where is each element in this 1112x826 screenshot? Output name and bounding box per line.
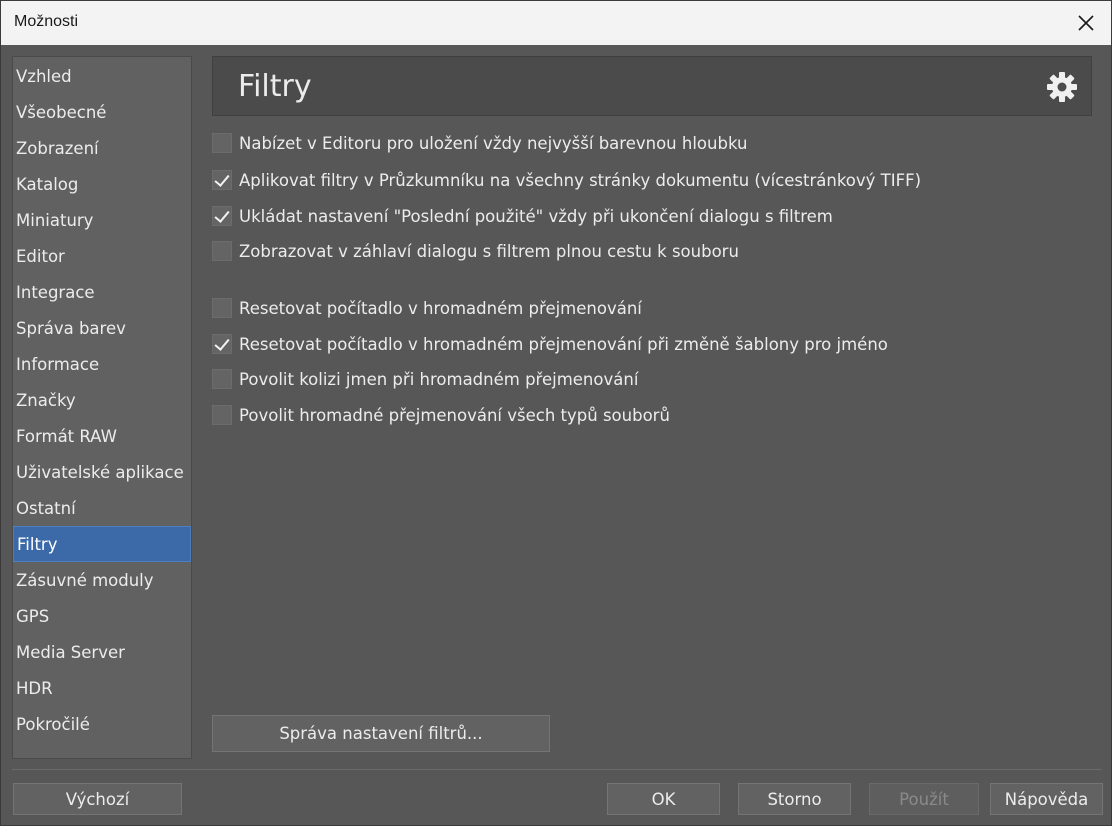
window-title: Možnosti xyxy=(14,13,79,30)
option-label: Zobrazovat v záhlaví dialogu s filtrem p… xyxy=(239,241,739,261)
cancel-button[interactable]: Storno xyxy=(738,783,851,815)
sidebar-item-ostatni[interactable]: Ostatní xyxy=(13,491,191,527)
apply-button[interactable]: Použít xyxy=(869,783,979,815)
checkbox[interactable] xyxy=(212,133,232,153)
sidebar-item-zasuvne-moduly[interactable]: Zásuvné moduly xyxy=(13,563,191,599)
gear-icon[interactable] xyxy=(1045,70,1079,104)
options-dialog: Možnosti Vzhled Všeobecné Zobrazení Kata… xyxy=(0,0,1112,826)
close-icon xyxy=(1078,15,1094,31)
option-label: Povolit hromadné přejmenování všech typů… xyxy=(239,405,670,425)
sidebar-item-hdr[interactable]: HDR xyxy=(13,671,191,707)
sidebar-item-label: Media Server xyxy=(16,643,125,662)
sidebar-item-media-server[interactable]: Media Server xyxy=(13,635,191,671)
sidebar-item-format-raw[interactable]: Formát RAW xyxy=(13,419,191,455)
sidebar-item-label: Integrace xyxy=(16,283,95,302)
sidebar-item-label: Pokročilé xyxy=(16,715,90,734)
sidebar-item-miniatury[interactable]: Miniatury xyxy=(13,203,191,239)
checkbox[interactable] xyxy=(212,405,232,425)
sidebar-item-label: Katalog xyxy=(16,175,79,194)
sidebar-item-gps[interactable]: GPS xyxy=(13,599,191,635)
option-label: Resetovat počítadlo v hromadném přejmeno… xyxy=(239,334,888,354)
checkbox-checked[interactable] xyxy=(212,170,232,190)
sidebar-item-label: Editor xyxy=(16,247,65,266)
sidebar-item-label: Vzhled xyxy=(16,67,72,86)
sidebar-item-label: Uživatelské aplikace xyxy=(16,463,184,482)
option-rename-all-types[interactable]: Povolit hromadné přejmenování všech typů… xyxy=(212,404,670,426)
sidebar-item-vzhled[interactable]: Vzhled xyxy=(13,59,191,95)
sidebar-item-editor[interactable]: Editor xyxy=(13,239,191,275)
sidebar-item-label: Miniatury xyxy=(16,211,94,230)
ok-button[interactable]: OK xyxy=(607,783,720,815)
option-label: Resetovat počítadlo v hromadném přejmeno… xyxy=(239,298,642,318)
sidebar-item-label: HDR xyxy=(16,679,53,698)
sidebar-item-integrace[interactable]: Integrace xyxy=(13,275,191,311)
sidebar-item-label: Formát RAW xyxy=(16,427,117,446)
sidebar-item-pokrocile[interactable]: Pokročilé xyxy=(13,707,191,743)
sidebar-item-label: Všeobecné xyxy=(16,103,107,122)
default-button[interactable]: Výchozí xyxy=(13,783,182,815)
sidebar-item-katalog[interactable]: Katalog xyxy=(13,167,191,203)
option-reset-counter-template[interactable]: Resetovat počítadlo v hromadném přejmeno… xyxy=(212,333,888,355)
sidebar-item-znacky[interactable]: Značky xyxy=(13,383,191,419)
sidebar-item-label: Správa barev xyxy=(16,319,126,338)
sidebar-item-label: Ostatní xyxy=(16,499,76,518)
panel-header: Filtry xyxy=(212,56,1092,116)
option-apply-all-pages[interactable]: Aplikovat filtry v Průzkumníku na všechn… xyxy=(212,169,921,191)
checkbox[interactable] xyxy=(212,298,232,318)
option-save-last-used[interactable]: Ukládat nastavení "Poslední použité" vžd… xyxy=(212,205,833,227)
category-list: Vzhled Všeobecné Zobrazení Katalog Minia… xyxy=(12,56,192,759)
sidebar-item-sprava-barev[interactable]: Správa barev xyxy=(13,311,191,347)
option-label: Nabízet v Editoru pro uložení vždy nejvy… xyxy=(239,133,748,153)
option-label: Povolit kolizi jmen při hromadném přejme… xyxy=(239,369,639,389)
sidebar-item-vseobecne[interactable]: Všeobecné xyxy=(13,95,191,131)
checkbox-checked[interactable] xyxy=(212,206,232,226)
sidebar-item-label: Zásuvné moduly xyxy=(16,571,154,590)
checkbox[interactable] xyxy=(212,241,232,261)
help-button[interactable]: Nápověda xyxy=(990,783,1103,815)
option-highest-color-depth[interactable]: Nabízet v Editoru pro uložení vždy nejvy… xyxy=(212,132,747,154)
sidebar-item-label: GPS xyxy=(16,607,50,626)
sidebar-item-label: Informace xyxy=(16,355,100,374)
option-allow-name-collision[interactable]: Povolit kolizi jmen při hromadném přejme… xyxy=(212,368,638,390)
manage-filter-settings-button[interactable]: Správa nastavení filtrů... xyxy=(212,715,550,752)
close-button[interactable] xyxy=(1061,1,1111,45)
title-bar: Možnosti xyxy=(1,1,1111,45)
checkbox[interactable] xyxy=(212,369,232,389)
sidebar-item-label: Značky xyxy=(16,391,76,410)
sidebar-item-label: Zobrazení xyxy=(16,139,99,158)
checkbox-checked[interactable] xyxy=(212,334,232,354)
option-label: Aplikovat filtry v Průzkumníku na všechn… xyxy=(239,170,922,190)
sidebar-item-informace[interactable]: Informace xyxy=(13,347,191,383)
sidebar-item-label: Filtry xyxy=(17,535,58,554)
footer-divider xyxy=(12,769,1102,770)
option-reset-counter[interactable]: Resetovat počítadlo v hromadném přejmeno… xyxy=(212,297,642,319)
sidebar-item-zobrazeni[interactable]: Zobrazení xyxy=(13,131,191,167)
sidebar-item-uzivatelske-aplikace[interactable]: Uživatelské aplikace xyxy=(13,455,191,491)
option-show-full-path[interactable]: Zobrazovat v záhlaví dialogu s filtrem p… xyxy=(212,240,739,262)
option-label: Ukládat nastavení "Poslední použité" vžd… xyxy=(239,206,833,226)
page-title: Filtry xyxy=(238,69,312,104)
sidebar-item-filtry[interactable]: Filtry xyxy=(13,526,191,562)
